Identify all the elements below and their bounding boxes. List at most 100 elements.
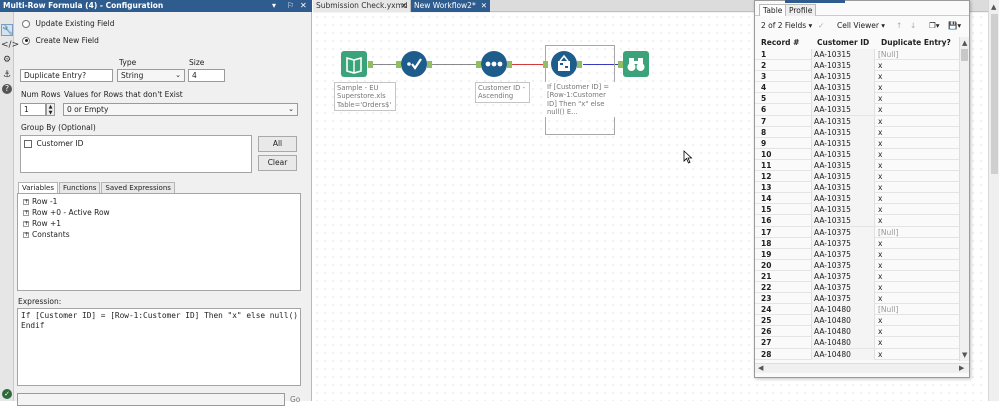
customer-id-cell[interactable]: AA-10315 [811, 60, 875, 72]
panel-menu-icon[interactable]: ▾ [272, 0, 276, 12]
duplicate-entry-cell[interactable]: x [876, 60, 882, 71]
duplicate-entry-cell[interactable]: x [876, 116, 882, 127]
table-row[interactable]: 11 AA-10315 x [755, 159, 959, 172]
record-cell[interactable]: 19 [761, 249, 771, 260]
duplicate-entry-cell[interactable]: x [876, 238, 882, 249]
table-row[interactable]: 18 AA-10375 x [755, 237, 959, 249]
table-row[interactable]: 23 AA-10375 x [755, 293, 959, 305]
record-cell[interactable]: 27 [761, 337, 771, 348]
record-cell[interactable]: 23 [761, 293, 771, 304]
input-anchor[interactable] [543, 61, 548, 68]
num-rows-stepper[interactable]: ▲ ▼ [46, 103, 55, 116]
radio-update-existing[interactable]: Update Existing Field [22, 19, 115, 28]
table-row[interactable]: 27 AA-10480 x [755, 337, 959, 349]
group-by-item[interactable]: Customer ID [24, 139, 83, 148]
table-row[interactable]: 15 AA-10315 x [755, 204, 959, 216]
scroll-up-icon[interactable]: ▲ [991, 3, 996, 11]
num-rows-input[interactable]: 1 [20, 103, 46, 116]
duplicate-entry-cell[interactable]: x [876, 160, 882, 171]
record-cell[interactable]: 24 [761, 304, 771, 315]
duplicate-entry-cell[interactable]: x [876, 326, 882, 337]
scroll-left-icon[interactable]: ◀ [758, 364, 763, 372]
record-cell[interactable]: 11 [761, 160, 771, 171]
duplicate-entry-cell[interactable]: x [876, 249, 882, 260]
close-icon[interactable]: ✕ [481, 0, 487, 12]
results-window-grip[interactable] [785, 0, 845, 3]
save-icon[interactable]: 💾▾ [948, 18, 961, 34]
tree-item-constants[interactable]: + Constants [23, 229, 110, 240]
record-cell[interactable]: 20 [761, 260, 771, 271]
duplicate-entry-cell[interactable]: x [876, 182, 882, 193]
table-row[interactable]: 28 AA-10480 x [755, 348, 959, 360]
customer-id-cell[interactable]: AA-10375 [811, 281, 875, 293]
wrench-icon[interactable]: 🔧 [1, 24, 13, 36]
duplicate-entry-cell[interactable]: x [876, 271, 882, 282]
record-cell[interactable]: 13 [761, 182, 771, 193]
record-cell[interactable]: 5 [761, 93, 766, 104]
table-row[interactable]: 22 AA-10375 x [755, 281, 959, 294]
duplicate-entry-cell[interactable]: x [876, 138, 882, 149]
table-row[interactable]: 16 AA-10315 x [755, 215, 959, 227]
record-cell[interactable]: 12 [761, 171, 771, 182]
customer-id-cell[interactable]: AA-10480 [811, 315, 875, 327]
record-cell[interactable]: 6 [761, 104, 766, 115]
expand-icon[interactable]: + [23, 199, 29, 205]
customer-id-cell[interactable]: AA-10315 [811, 115, 875, 127]
arrow-down-icon[interactable]: ↓ [910, 18, 916, 34]
customer-id-cell[interactable]: AA-10315 [811, 49, 875, 60]
results-vertical-scrollbar[interactable]: ▲ ▼ [959, 37, 969, 361]
duplicate-entry-cell[interactable]: x [876, 215, 882, 226]
record-cell[interactable]: 26 [761, 326, 771, 337]
field-name-input[interactable]: Duplicate Entry? [20, 69, 113, 82]
customer-id-cell[interactable]: AA-10315 [811, 93, 875, 105]
record-cell[interactable]: 15 [761, 204, 771, 215]
record-cell[interactable]: 18 [761, 238, 771, 249]
table-row[interactable]: 1 AA-10315 [Null] [755, 49, 959, 61]
tree-item-row-plus-1[interactable]: + Row +1 [23, 218, 110, 229]
scroll-down-icon[interactable]: ▼ [962, 351, 967, 359]
duplicate-entry-cell[interactable]: [Null] [876, 227, 898, 238]
size-input[interactable]: 4 [188, 69, 225, 82]
record-cell[interactable]: 7 [761, 116, 766, 127]
duplicate-entry-cell[interactable]: x [876, 193, 882, 204]
customer-id-cell[interactable]: AA-10315 [811, 148, 875, 160]
gear-icon[interactable]: ⚙ [1, 54, 13, 66]
customer-id-cell[interactable]: AA-10315 [811, 171, 875, 183]
browse-tool[interactable] [623, 51, 649, 77]
duplicate-entry-cell[interactable]: x [876, 127, 882, 138]
table-row[interactable]: 20 AA-10375 x [755, 259, 959, 271]
multi-row-formula-tool[interactable] [551, 51, 577, 77]
go-button[interactable]: Go [290, 395, 300, 404]
select-tool[interactable] [401, 51, 427, 77]
record-cell[interactable]: 28 [761, 349, 771, 360]
duplicate-entry-cell[interactable]: [Null] [876, 49, 898, 60]
expand-icon[interactable]: + [23, 210, 29, 216]
customer-id-cell[interactable]: AA-10480 [811, 326, 875, 338]
tab-new-workflow2[interactable]: New Workflow2* ✕ [411, 0, 490, 12]
table-row[interactable]: 21 AA-10375 x [755, 270, 959, 282]
record-cell[interactable]: 2 [761, 60, 766, 71]
record-cell[interactable]: 10 [761, 149, 771, 160]
group-by-checkbox[interactable] [24, 139, 32, 148]
table-row[interactable]: 8 AA-10315 x [755, 126, 959, 138]
pin-icon[interactable]: ⚐ [287, 0, 294, 12]
tab-profile[interactable]: Profile [785, 4, 817, 16]
customer-id-cell[interactable]: AA-10315 [811, 137, 875, 149]
table-row[interactable]: 19 AA-10375 x [755, 248, 959, 260]
table-row[interactable]: 17 AA-10375 [Null] [755, 226, 959, 238]
duplicate-entry-cell[interactable]: x [876, 204, 882, 215]
tab-saved-expressions[interactable]: Saved Expressions [101, 182, 175, 193]
scroll-up-icon[interactable]: ▲ [962, 39, 967, 47]
expand-icon[interactable]: + [23, 232, 29, 238]
duplicate-entry-cell[interactable]: x [876, 260, 882, 271]
customer-id-cell[interactable]: AA-10480 [811, 304, 875, 316]
duplicate-entry-cell[interactable]: x [876, 93, 882, 104]
radio-create-circle[interactable] [22, 36, 30, 45]
table-row[interactable]: 12 AA-10315 x [755, 171, 959, 183]
tab-functions[interactable]: Functions [59, 182, 101, 193]
table-row[interactable]: 14 AA-10315 x [755, 193, 959, 205]
column-header-duplicate-entry[interactable]: Duplicate Entry? [881, 37, 951, 49]
expression-editor[interactable]: If [Customer ID] = [Row-1:Customer ID] T… [17, 308, 301, 386]
radio-create-new[interactable]: Create New Field [22, 36, 99, 45]
table-row[interactable]: 24 AA-10480 [Null] [755, 304, 959, 316]
